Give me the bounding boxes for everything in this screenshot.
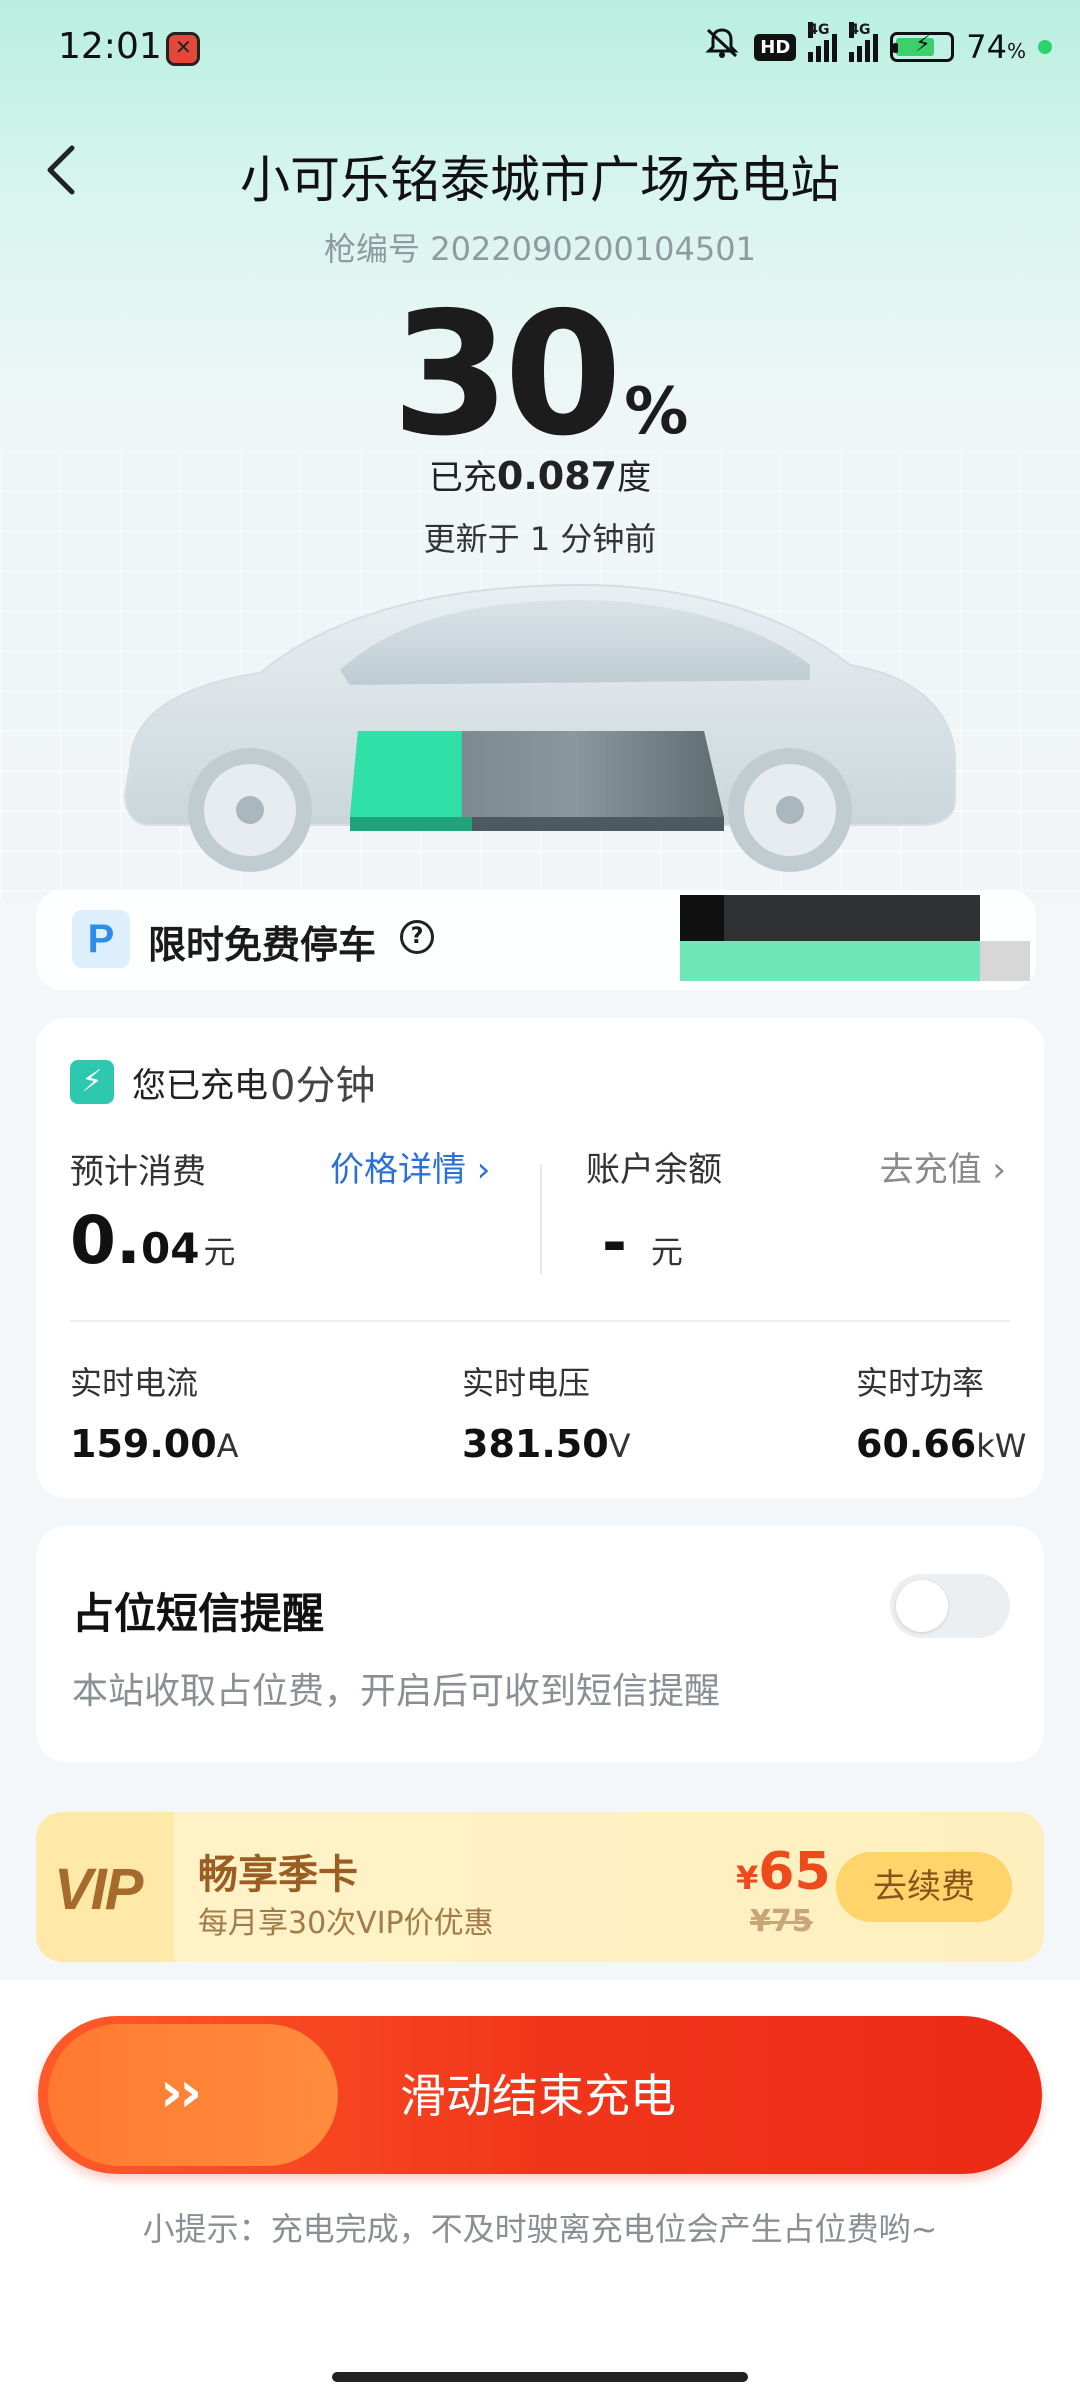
- hd-icon: HD: [754, 33, 797, 61]
- estimated-cost-label: 预计消费: [70, 1152, 206, 1192]
- car-illustration: [123, 583, 956, 872]
- privacy-dot-icon: [1038, 40, 1052, 54]
- toggle-knob: [896, 1580, 948, 1632]
- duration-label: 您已充电: [132, 1065, 268, 1106]
- vip-price: ¥65: [736, 1842, 831, 1902]
- status-icons: HD 4G 4G ⚡ 74%: [702, 22, 1052, 68]
- charge-duration: ⚡ 您已充电 0分钟: [70, 1053, 375, 1111]
- slider-label: 滑动结束充电: [400, 2069, 676, 2123]
- signal-icon-1: 4G: [808, 22, 838, 62]
- vip-title: 畅享季卡: [198, 1852, 358, 1898]
- lightning-icon: ⚡: [70, 1060, 114, 1104]
- page-title: 小可乐铭泰城市广场充电站: [240, 151, 840, 209]
- mute-bell-icon: [702, 26, 742, 68]
- slide-to-stop-charging[interactable]: ›› 滑动结束充电: [38, 2016, 1042, 2174]
- metric-current: 实时电流 159.00A: [70, 1364, 239, 1466]
- signal-icon-2: 4G: [849, 22, 879, 62]
- status-bar: 12:01 HD 4G 4G ⚡ 74%: [0, 0, 1080, 96]
- slider-handle[interactable]: ››: [48, 2024, 338, 2166]
- metric-power: 实时功率 60.66kW: [856, 1364, 1027, 1466]
- vip-logo: VIP: [54, 1857, 143, 1922]
- sms-title: 占位短信提醒: [72, 1589, 325, 1638]
- recharge-link[interactable]: 去充值 ›: [880, 1142, 1006, 1191]
- sms-description: 本站收取占位费，开启后可收到短信提醒: [72, 1671, 721, 1712]
- parking-label: 限时免费停车: [148, 923, 377, 967]
- battery-percent: 74%: [966, 28, 1026, 66]
- parking-icon: P: [72, 910, 130, 968]
- sms-reminder-card: 占位短信提醒 本站收取占位费，开启后可收到短信提醒: [36, 1526, 1044, 1762]
- redacted-block-green: [680, 941, 980, 981]
- tip-text: 小提示：充电完成，不及时驶离充电位会产生占位费哟~: [142, 2210, 938, 2248]
- updated-time: 更新于 1 分钟前: [423, 520, 657, 558]
- vip-subtitle: 每月享30次VIP价优惠: [198, 1906, 494, 1941]
- charged-energy: 已充0.087度: [428, 454, 652, 498]
- double-arrow-icon: ››: [160, 2060, 202, 2125]
- price-detail-link[interactable]: 价格详情 ›: [330, 1142, 490, 1191]
- charge-info-card: ⚡ 您已充电 0分钟 预计消费 价格详情 › 0.04 元 账户余额 去充值 › …: [36, 1018, 1044, 1498]
- horizontal-divider: [70, 1320, 1010, 1322]
- gun-id: 枪编号 2022090200104501: [324, 230, 756, 268]
- battery-icon: ⚡: [890, 32, 955, 62]
- notification-app-icon: [166, 32, 200, 66]
- charge-percent-sign: %: [624, 375, 689, 449]
- battery-pack: [350, 731, 724, 831]
- vip-logo-panel: VIP: [36, 1812, 174, 1962]
- balance-label: 账户余额: [586, 1150, 722, 1190]
- vip-card[interactable]: VIP 畅享季卡 每月享30次VIP价优惠 ¥65 ¥75 去续费: [36, 1812, 1044, 1962]
- status-time: 12:01: [58, 26, 162, 67]
- sms-toggle[interactable]: [890, 1574, 1010, 1638]
- metric-voltage: 实时电压 381.50V: [462, 1364, 631, 1466]
- home-indicator[interactable]: [332, 2372, 748, 2382]
- vertical-divider: [540, 1164, 542, 1274]
- redacted-block-grey: [980, 941, 1030, 981]
- help-icon[interactable]: ?: [400, 920, 434, 954]
- estimated-cost-value: 0.04 元: [70, 1202, 236, 1279]
- renew-button[interactable]: 去续费: [836, 1852, 1012, 1922]
- balance-value: -元: [602, 1208, 683, 1278]
- charge-percent-value: 30: [391, 276, 623, 474]
- vip-original-price: ¥75: [750, 1904, 813, 1939]
- charge-percent: 30%: [0, 290, 1080, 460]
- redacted-block: [680, 895, 980, 941]
- duration-value: 0分钟: [270, 1063, 376, 1109]
